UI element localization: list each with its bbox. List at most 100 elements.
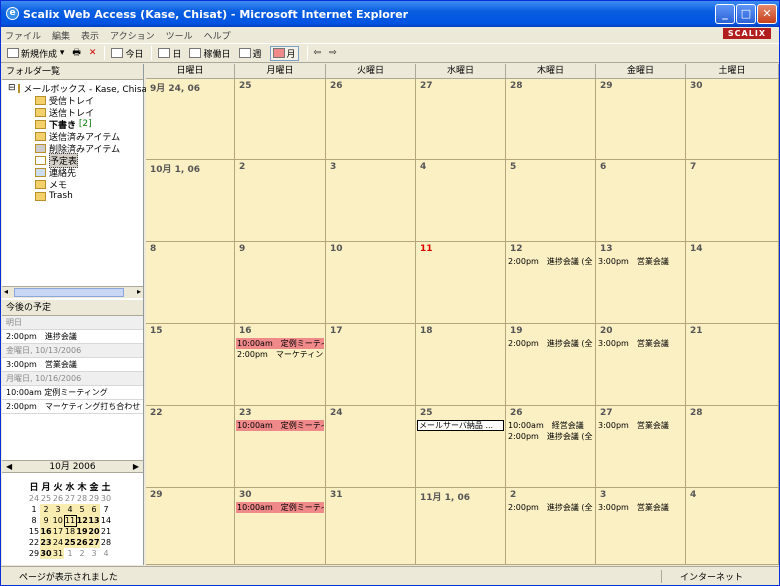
calendar-day-cell[interactable]: 10月 1, 06 — [146, 160, 235, 242]
mini-calendar-day[interactable]: 22 — [28, 537, 40, 548]
mini-calendar-day[interactable]: 4 — [100, 548, 112, 559]
mini-calendar-day[interactable]: 23 — [40, 537, 52, 548]
mini-prev-month-icon[interactable]: ◀ — [6, 461, 12, 473]
maximize-button[interactable]: □ — [736, 4, 756, 24]
calendar-day-cell[interactable]: 26 — [326, 79, 416, 160]
calendar-day-cell[interactable]: 31 — [326, 488, 416, 565]
mini-calendar-day[interactable]: 20 — [88, 526, 100, 537]
menu-view[interactable]: 表示 — [81, 29, 99, 42]
mini-calendar-day[interactable]: 21 — [100, 526, 112, 537]
collapse-icon[interactable]: ⊟ — [8, 83, 16, 93]
mini-calendar-day[interactable]: 27 — [88, 537, 100, 548]
previous-button[interactable]: ⇦ — [314, 48, 322, 58]
calendar-day-cell[interactable]: 19 2:00pm 進捗会議 (全 — [506, 324, 596, 406]
mini-calendar-day[interactable]: 10 — [52, 515, 64, 526]
menu-help[interactable]: ヘルプ — [204, 29, 231, 42]
mini-calendar-day[interactable]: 28 — [100, 537, 112, 548]
calendar-day-cell[interactable]: 24 — [326, 406, 416, 488]
mini-calendar-day[interactable]: 26 — [52, 493, 64, 504]
mini-calendar-day[interactable]: 16 — [40, 526, 52, 537]
calendar-day-cell[interactable]: 3 — [326, 160, 416, 242]
calendar-event[interactable]: 3:00pm 営業会議 — [597, 420, 684, 431]
tree-node-inbox[interactable]: 受信トレイ — [8, 94, 143, 107]
mini-calendar-day[interactable]: 24 — [28, 493, 40, 504]
workweek-view-button[interactable]: 稼働日 — [189, 47, 231, 60]
mini-calendar-day[interactable]: 6 — [88, 504, 100, 515]
mini-calendar-day[interactable]: 3 — [52, 504, 64, 515]
calendar-day-cell[interactable]: 30 10:00am 定例ミーティ — [235, 488, 326, 565]
mini-calendar-day[interactable]: 24 — [52, 537, 64, 548]
calendar-day-cell[interactable]: 15 — [146, 324, 235, 406]
upcoming-event[interactable]: 2:00pm 進捗会議 — [2, 330, 143, 344]
calendar-day-cell[interactable]: 17 — [326, 324, 416, 406]
mini-calendar-day[interactable]: 2 — [76, 548, 88, 559]
upcoming-event[interactable]: 10:00am 定例ミーティング — [2, 386, 143, 400]
mini-calendar-day[interactable]: 8 — [28, 515, 40, 526]
today-button[interactable]: 今日 — [111, 47, 143, 60]
scroll-left-icon[interactable]: ◂ — [4, 287, 8, 296]
tree-node-calendar[interactable]: 予定表 — [8, 152, 143, 168]
calendar-day-cell[interactable]: 2 2:00pm 進捗会議 (全 — [506, 488, 596, 565]
mini-calendar-day[interactable]: 17 — [52, 526, 64, 537]
calendar-day-cell[interactable]: 27 3:00pm 営業会議 — [596, 406, 686, 488]
menu-tools[interactable]: ツール — [166, 29, 193, 42]
calendar-day-cell[interactable]: 21 — [686, 324, 779, 406]
calendar-day-cell[interactable]: 29 — [596, 79, 686, 160]
new-button[interactable]: 新規作成 ▾ — [7, 47, 64, 60]
calendar-day-cell[interactable]: 7 — [686, 160, 779, 242]
calendar-day-cell[interactable]: 11 — [416, 242, 506, 324]
scroll-thumb[interactable] — [14, 288, 124, 297]
calendar-event[interactable]: 2:00pm 進捗会議 (全 — [507, 256, 594, 267]
calendar-day-cell[interactable]: 22 — [146, 406, 235, 488]
minimize-button[interactable]: _ — [715, 4, 735, 24]
mini-calendar-day[interactable]: 15 — [28, 526, 40, 537]
calendar-event[interactable]: 10:00am 定例ミーティ — [236, 420, 324, 431]
scroll-right-icon[interactable]: ▸ — [137, 287, 141, 296]
calendar-event[interactable]: 2:00pm 進捗会議 (全 — [507, 502, 594, 513]
mini-calendar-day[interactable]: 30 — [40, 548, 52, 559]
calendar-event[interactable]: 3:00pm 営業会議 — [597, 256, 684, 267]
tree-node-outbox[interactable]: 送信トレイ — [8, 106, 143, 119]
mini-calendar-day[interactable]: 2 — [40, 504, 52, 515]
delete-button[interactable]: ✕ — [89, 48, 97, 58]
horizontal-scrollbar[interactable]: ◂ ▸ — [2, 286, 143, 298]
calendar-event[interactable]: 3:00pm 営業会議 — [597, 502, 684, 513]
calendar-day-cell[interactable]: 11月 1, 06 — [416, 488, 506, 565]
calendar-day-cell[interactable]: 8 — [146, 242, 235, 324]
calendar-day-cell[interactable]: 29 — [146, 488, 235, 565]
calendar-event[interactable]: 2:00pm マーケティン — [236, 349, 324, 360]
calendar-event[interactable]: 3:00pm 営業会議 — [597, 338, 684, 349]
mini-calendar-day[interactable]: 13 — [88, 515, 100, 526]
calendar-day-cell[interactable]: 14 — [686, 242, 779, 324]
tree-node-notes[interactable]: メモ — [8, 178, 143, 191]
mini-calendar-day[interactable]: 5 — [76, 504, 88, 515]
calendar-day-cell[interactable]: 26 10:00am 経営会議 2:00pm 進捗会議 (全 — [506, 406, 596, 488]
mini-calendar-day[interactable]: 19 — [76, 526, 88, 537]
mini-calendar-day[interactable]: 31 — [52, 548, 64, 559]
print-button[interactable]: 🖶 — [72, 45, 81, 61]
calendar-day-cell[interactable]: 23 10:00am 定例ミーティ — [235, 406, 326, 488]
week-view-button[interactable]: 週 — [238, 47, 262, 60]
calendar-day-cell[interactable]: 28 — [506, 79, 596, 160]
tree-node-contacts[interactable]: 連絡先 — [8, 166, 143, 179]
calendar-day-cell[interactable]: 6 — [596, 160, 686, 242]
calendar-day-cell[interactable]: 13 3:00pm 営業会議 — [596, 242, 686, 324]
mini-calendar-day[interactable]: 11 — [63, 514, 77, 527]
mini-calendar-day[interactable]: 3 — [88, 548, 100, 559]
menu-file[interactable]: ファイル — [5, 29, 41, 42]
calendar-event[interactable]: 10:00am 定例ミーティ — [236, 502, 324, 513]
calendar-day-cell[interactable]: 28 — [686, 406, 779, 488]
next-button[interactable]: ⇨ — [329, 48, 337, 58]
calendar-day-cell[interactable]: 25 — [235, 79, 326, 160]
calendar-day-cell[interactable]: 27 — [416, 79, 506, 160]
mini-calendar-day[interactable]: 18 — [64, 526, 76, 537]
month-view-button[interactable]: 月 — [269, 45, 299, 61]
calendar-day-cell[interactable]: 9 — [235, 242, 326, 324]
mini-calendar-day[interactable]: 4 — [64, 504, 76, 515]
mini-calendar-day[interactable]: 12 — [76, 515, 88, 526]
calendar-day-cell[interactable]: 20 3:00pm 営業会議 — [596, 324, 686, 406]
mini-calendar-day[interactable]: 7 — [100, 504, 112, 515]
calendar-day-cell[interactable]: 18 — [416, 324, 506, 406]
calendar-day-cell[interactable]: 25 メールサーバ納品 ... — [416, 406, 506, 488]
mini-calendar-day[interactable]: 25 — [64, 537, 76, 548]
